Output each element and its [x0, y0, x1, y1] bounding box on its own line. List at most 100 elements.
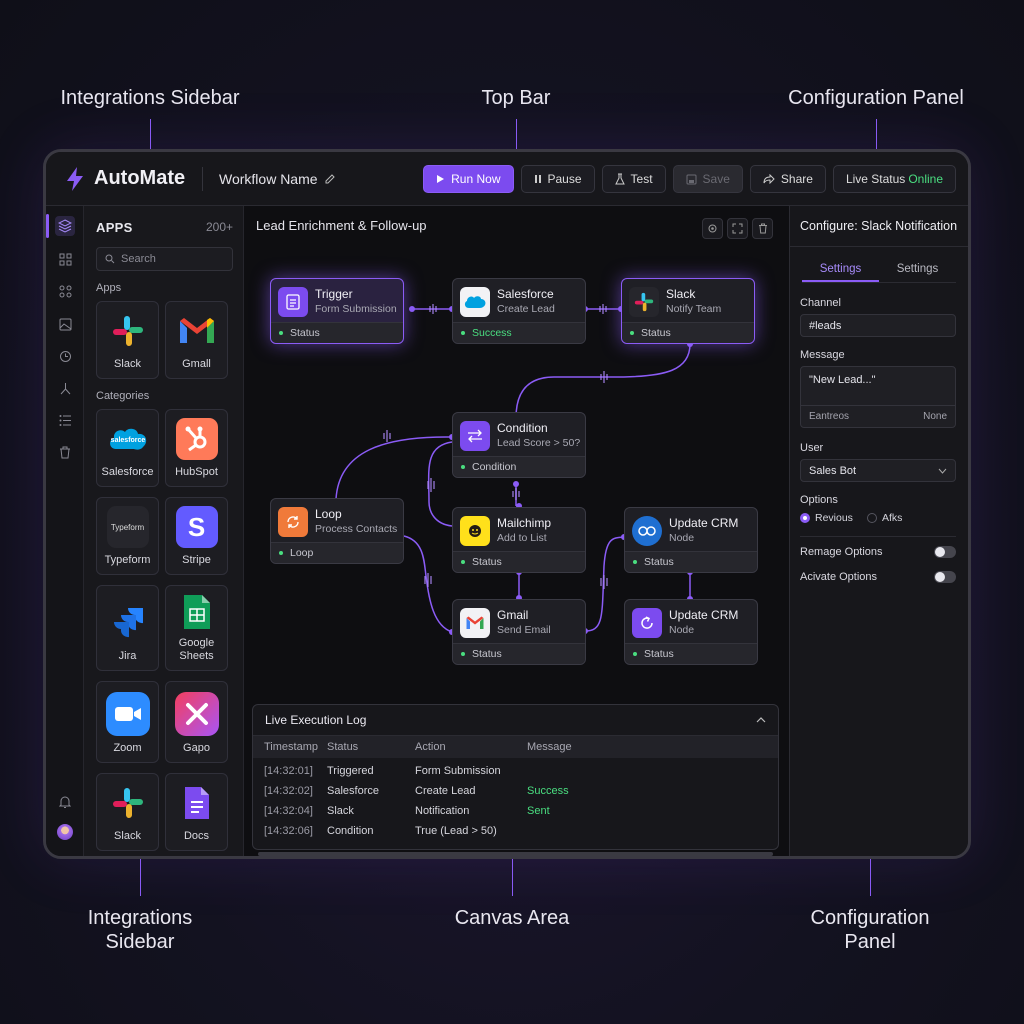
node-title: Mailchimp: [497, 515, 552, 530]
annotation-line: [140, 858, 141, 896]
log-col-message: Message: [527, 741, 572, 753]
acivate-options-toggle[interactable]: [934, 571, 956, 583]
gmail-icon: [460, 607, 490, 638]
node-subtitle: Send Email: [497, 623, 551, 636]
pause-icon: [534, 175, 541, 183]
config-title: Configure: Slack Notification: [790, 206, 968, 247]
app-tile-jira[interactable]: Jira: [96, 585, 159, 671]
channel-field[interactable]: #leads: [800, 314, 956, 337]
share-label: Share: [780, 172, 813, 186]
salesforce-icon-text: salesforce: [110, 437, 145, 444]
chevron-up-icon[interactable]: [756, 717, 766, 723]
run-now-label: Run Now: [451, 172, 501, 186]
node-status: Condition: [453, 456, 585, 477]
node-title: Update CRM: [669, 607, 739, 622]
app-tile-stripe[interactable]: S Stripe: [165, 497, 228, 575]
crm-icon: [632, 515, 662, 546]
radio-afks[interactable]: Afks: [866, 512, 902, 524]
tab-settings[interactable]: Settings: [802, 257, 879, 282]
node-gmail[interactable]: Gmail Send Email Status: [452, 599, 586, 665]
annotation-top-bar: Top Bar: [481, 87, 551, 109]
pause-button[interactable]: Pause: [520, 165, 595, 193]
list-icon[interactable]: [55, 410, 75, 430]
user-select[interactable]: Sales Bot: [800, 459, 956, 482]
log-row: [14:32:01] Triggered Form Submission: [264, 765, 501, 777]
app-tile-label: Gmall: [182, 358, 211, 370]
salesforce-icon: [460, 286, 490, 317]
app-tile-slack-2[interactable]: Slack: [96, 773, 159, 851]
branch-icon[interactable]: [55, 378, 75, 398]
node-title: Update CRM: [669, 515, 739, 530]
node-status: Status: [453, 643, 585, 664]
annotation-integrations-sidebar-bottom: Integrations Sidebar: [87, 907, 193, 953]
horizontal-scrollbar[interactable]: [258, 852, 773, 856]
app-tile-docs[interactable]: Docs: [165, 773, 228, 851]
save-label: Save: [702, 172, 730, 186]
radio-revious[interactable]: Revious: [800, 512, 853, 524]
apps-icon[interactable]: [55, 281, 75, 301]
options-label: Options: [800, 494, 838, 506]
app-logo[interactable]: AutoMate: [64, 166, 202, 192]
annotation-integrations-sidebar-top: Integrations Sidebar: [60, 87, 240, 109]
save-button[interactable]: Save: [672, 165, 743, 193]
node-salesforce[interactable]: Salesforce Create Lead Success: [452, 278, 586, 344]
slack-icon: [107, 310, 149, 352]
node-subtitle: Form Submission: [315, 302, 397, 315]
zoom-icon: [105, 692, 150, 736]
image-icon[interactable]: [55, 314, 75, 334]
test-button[interactable]: Test: [601, 165, 666, 193]
log-row: [14:32:06] Condition True (Lead > 50): [264, 825, 497, 837]
app-tile-label: HubSpot: [175, 466, 218, 478]
canvas-area[interactable]: Lead Enrichment & Follow-up Trigger Form…: [244, 206, 789, 856]
trash-icon[interactable]: [55, 442, 75, 462]
log-col-timestamp: Timestamp: [264, 741, 318, 753]
app-tile-typeform[interactable]: Typeform Typeform: [96, 497, 159, 575]
channel-value: #leads: [809, 319, 842, 332]
run-now-button[interactable]: Run Now: [423, 165, 514, 193]
bell-icon[interactable]: [55, 792, 75, 812]
configuration-panel: Configure: Slack Notification Settings S…: [789, 206, 968, 856]
node-subtitle: Create Lead: [497, 302, 555, 315]
tab-settings-2[interactable]: Settings: [879, 257, 956, 282]
message-field[interactable]: "New Lead..." Eantreos None: [800, 366, 956, 428]
share-button[interactable]: Share: [749, 165, 826, 193]
form-icon: [278, 286, 308, 317]
node-slack[interactable]: Slack Notify Team Status: [621, 278, 755, 344]
live-status-badge[interactable]: Live Status Online: [832, 165, 956, 193]
app-tile-zoom[interactable]: Zoom: [96, 681, 159, 763]
node-mailchimp[interactable]: Mailchimp Add to List Status: [452, 507, 586, 573]
user-value: Sales Bot: [809, 464, 857, 477]
app-tile-salesforce[interactable]: salesforce Salesforce: [96, 409, 159, 487]
search-input[interactable]: Search: [96, 247, 233, 271]
node-condition[interactable]: Condition Lead Score > 50? Condition: [452, 412, 586, 478]
app-tile-google-sheets[interactable]: Google Sheets: [165, 585, 228, 671]
node-subtitle: Notify Team: [666, 302, 722, 315]
history-icon[interactable]: [55, 346, 75, 366]
node-loop[interactable]: Loop Process Contacts Loop: [270, 498, 404, 564]
app-tile-gmail[interactable]: Gmall: [165, 301, 228, 379]
message-label: Message: [800, 349, 845, 361]
node-update-crm-2[interactable]: Update CRM Node Status: [624, 599, 758, 665]
pencil-icon[interactable]: [324, 173, 336, 185]
layers-icon[interactable]: [55, 216, 75, 236]
app-tile-slack[interactable]: Slack: [96, 301, 159, 379]
app-tile-label: Typeform: [104, 554, 151, 566]
workflow-name[interactable]: Workflow Name: [219, 171, 336, 187]
log-col-action: Action: [415, 741, 446, 753]
message-footer-right[interactable]: None: [923, 411, 947, 422]
chevron-down-icon: [938, 468, 947, 474]
node-status: Status: [453, 551, 585, 572]
remage-options-toggle[interactable]: [934, 546, 956, 558]
app-tile-gapo[interactable]: Gapo: [165, 681, 228, 763]
slack-icon: [629, 286, 659, 317]
grid-icon[interactable]: [55, 249, 75, 269]
app-tile-hubspot[interactable]: HubSpot: [165, 409, 228, 487]
hubspot-icon: [175, 418, 218, 460]
app-tile-label: Slack: [114, 830, 141, 842]
node-update-crm-1[interactable]: Update CRM Node Status: [624, 507, 758, 573]
workflow-name-text: Workflow Name: [219, 170, 318, 187]
node-trigger[interactable]: Trigger Form Submission Status: [270, 278, 404, 344]
avatar[interactable]: [55, 822, 75, 842]
apps-count: 200+: [205, 220, 233, 234]
node-subtitle: Node: [669, 623, 695, 636]
